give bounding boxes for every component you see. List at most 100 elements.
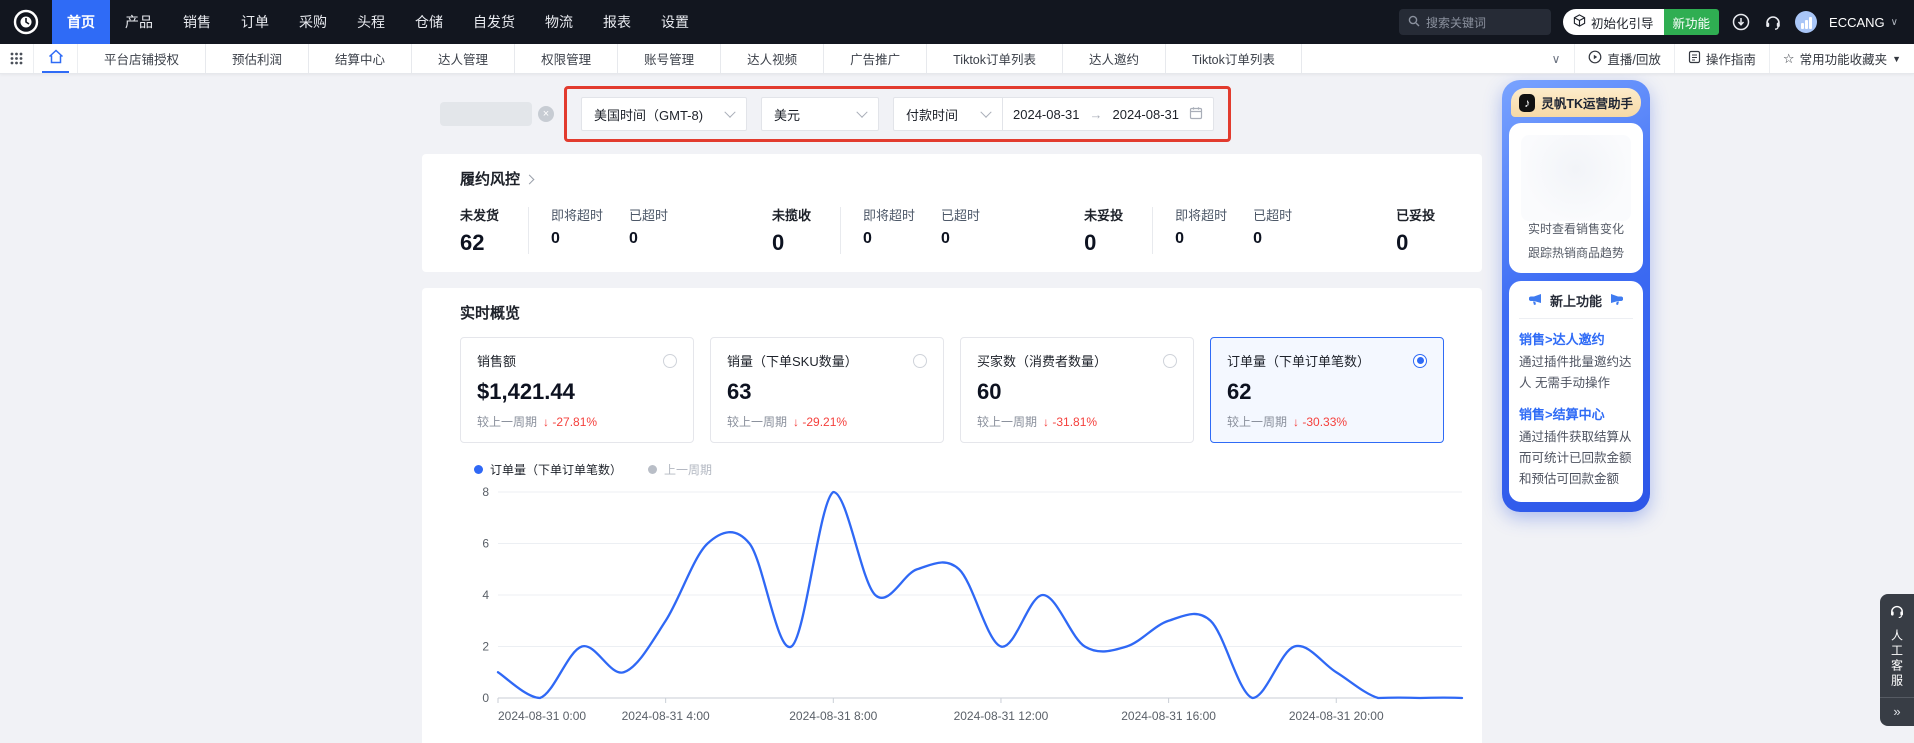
menu-item-10[interactable]: 报表 [588,0,646,44]
currency-select[interactable]: 美元 [761,97,879,131]
subnav-tab-5[interactable]: 权限管理 [515,44,618,73]
tabs-overflow-chevron-icon[interactable]: ∨ [1538,52,1575,66]
stat-card-top: 销售额 [477,351,677,370]
subnav-tab-1[interactable]: 平台店铺授权 [78,44,206,73]
update-download-icon[interactable] [1731,12,1751,32]
chevron-right-icon[interactable] [525,174,535,184]
date-type-select[interactable]: 付款时间 [893,97,1003,131]
subnav-tab-2[interactable]: 预估利润 [206,44,309,73]
metric-value: 62 [460,230,506,256]
chevron-down-icon [724,107,735,118]
subnav-right: ∨ 直播/回放 操作指南 ☆ 常用功能收藏夹 ▼ [1538,44,1914,73]
init-guide-button[interactable]: 初始化引导 [1563,9,1664,35]
store-selector-redacted[interactable] [440,102,532,126]
metric-label: 未揽收 [772,205,818,224]
account-menu[interactable]: ECCANG ∨ [1829,15,1898,30]
change-down: ↓ -29.21% [793,415,847,429]
favorites-menu-button[interactable]: ☆ 常用功能收藏夹 ▼ [1769,44,1914,73]
menu-item-3[interactable]: 销售 [168,0,226,44]
stat-card-compare: 较上一周期↓ -29.21% [727,413,927,430]
menu-item-5[interactable]: 采购 [284,0,342,44]
metric-sub-1: 即将超时0 [551,205,603,256]
feature-link[interactable]: 销售>结算中心 [1519,404,1633,423]
date-range-picker[interactable]: 2024-08-31 → 2024-08-31 [1003,97,1214,131]
metric-main: 已妥投0 [1396,205,1442,256]
subnav-tab-9[interactable]: Tiktok订单列表 [927,44,1063,73]
metric-value: 0 [1084,230,1130,256]
customer-service-tab[interactable]: 人工客服 » [1880,594,1914,726]
filter-bar: × 美国时间（GMT-8) 美元 付款时间 2024-08-31 → 2024-… [440,86,1914,142]
avatar[interactable] [1795,11,1817,33]
metric-label: 已超时 [629,205,668,224]
timezone-select[interactable]: 美国时间（GMT-8) [581,97,747,131]
metric-value: 0 [629,230,668,248]
stat-card-2[interactable]: 销量（下单SKU数量）63较上一周期↓ -29.21% [710,337,944,443]
sub-navigation-bar: 平台店铺授权预估利润结算中心达人管理权限管理账号管理达人视频广告推广Tiktok… [0,44,1914,74]
svg-text:8: 8 [482,485,489,499]
section-title: 实时概览 [460,302,520,323]
stat-card-1[interactable]: 销售额 $1,421.44 较上一周期↓ -27.81% [460,337,694,443]
menu-item-8[interactable]: 自发货 [458,0,530,44]
metric-subs: 即将超时0已超时0 [1175,205,1292,256]
live-replay-button[interactable]: 直播/回放 [1574,44,1673,73]
metric-radio[interactable] [1413,354,1427,368]
subnav-tab-6[interactable]: 账号管理 [618,44,721,73]
compare-label: 较上一周期 [1227,413,1287,430]
metric-value: 0 [1175,230,1227,248]
feature-item-1: 销售>达人邀约通过插件批量邀约达人 无需手动操作 [1519,329,1633,394]
metric-label: 已超时 [941,205,980,224]
menu-item-1[interactable]: 首页 [52,0,110,44]
legend-item-previous-period[interactable]: 上一周期 [648,461,712,478]
overview-title-row: 实时概览 [460,302,1444,323]
operation-guide-button[interactable]: 操作指南 [1674,44,1769,73]
assistant-promo-card[interactable]: 实时查看销售变化 跟踪热销商品趋势 [1509,123,1643,273]
menu-item-4[interactable]: 订单 [226,0,284,44]
feature-list: 销售>达人邀约通过插件批量邀约达人 无需手动操作销售>结算中心通过插件获取结算从… [1519,329,1633,490]
apps-grid-icon[interactable] [0,44,34,73]
orders-line-chart[interactable]: 024682024-08-31 0:002024-08-31 4:002024-… [460,482,1444,737]
menu-item-2[interactable]: 产品 [110,0,168,44]
init-guide-group: 初始化引导 新功能 [1563,9,1719,35]
change-down: ↓ -27.81% [543,415,597,429]
assistant-badge[interactable]: ♪ 灵帆TK运营助手 [1511,88,1641,117]
legend-dot [474,465,483,474]
chart-legend: 订单量（下单订单笔数） 上一周期 [460,461,1444,478]
clear-store-icon[interactable]: × [538,106,554,122]
metric-group-2: 未揽收0即将超时0已超时0 [772,205,980,256]
metric-radio[interactable] [1163,354,1177,368]
headset-icon[interactable] [1763,12,1783,32]
svg-text:2024-08-31 12:00: 2024-08-31 12:00 [954,709,1049,723]
menu-item-6[interactable]: 头程 [342,0,400,44]
metric-label: 即将超时 [1175,205,1227,224]
metric-radio[interactable] [913,354,927,368]
search-input[interactable]: 搜索关键词 [1399,9,1551,35]
metric-radio[interactable] [663,354,677,368]
star-icon: ☆ [1783,51,1795,67]
subnav-tab-8[interactable]: 广告推广 [824,44,927,73]
menu-item-11[interactable]: 设置 [646,0,704,44]
subnav-tab-4[interactable]: 达人管理 [412,44,515,73]
stat-card-4[interactable]: 订单量（下单订单笔数）62较上一周期↓ -30.33% [1210,337,1444,443]
subnav-tab-10[interactable]: 达人邀约 [1063,44,1166,73]
compare-label: 较上一周期 [977,413,1037,430]
tab-home[interactable] [34,44,78,73]
menu-item-9[interactable]: 物流 [530,0,588,44]
stat-card-compare: 较上一周期↓ -27.81% [477,413,677,430]
subnav-tab-7[interactable]: 达人视频 [721,44,824,73]
legend-item-orders[interactable]: 订单量（下单订单笔数） [474,461,622,478]
feature-link[interactable]: 销售>达人邀约 [1519,329,1633,348]
app-logo-icon[interactable] [0,9,52,35]
metric-subs: 即将超时0已超时0 [863,205,980,256]
date-filter-group: 付款时间 2024-08-31 → 2024-08-31 [893,97,1214,131]
metric-value: 0 [863,230,915,248]
stat-card-value: $1,421.44 [477,379,677,405]
menu-item-7[interactable]: 仓储 [400,0,458,44]
metric-value: 0 [1253,230,1292,248]
stat-card-compare: 较上一周期↓ -30.33% [1227,413,1427,430]
new-feature-badge[interactable]: 新功能 [1664,9,1720,35]
expand-icon[interactable]: » [1893,698,1900,726]
stat-card-3[interactable]: 买家数（消费者数量）60较上一周期↓ -31.81% [960,337,1194,443]
subnav-tab-3[interactable]: 结算中心 [309,44,412,73]
metric-label: 未发货 [460,205,506,224]
subnav-tab-11[interactable]: Tiktok订单列表 [1166,44,1302,73]
